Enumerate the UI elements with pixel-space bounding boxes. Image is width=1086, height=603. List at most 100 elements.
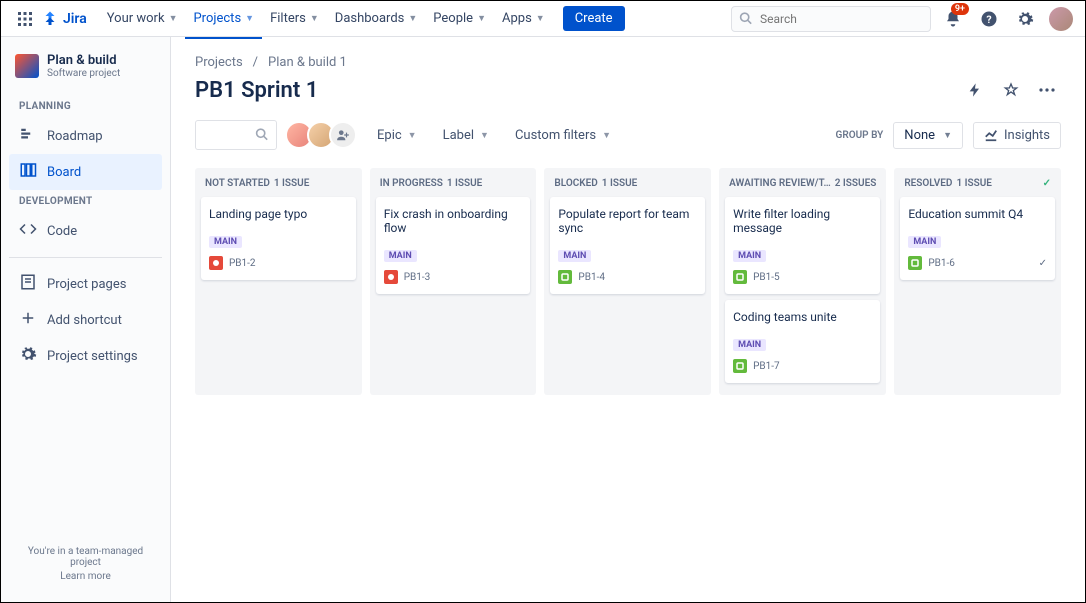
- board-controls: Epic▼ Label▼ Custom filters▼ GROUP BY No…: [195, 120, 1061, 150]
- chevron-down-icon: ▼: [310, 13, 319, 24]
- main-content: Projects / Plan & build 1 PB1 Sprint 1 E…: [171, 37, 1085, 602]
- breadcrumb-item[interactable]: Projects: [195, 55, 243, 70]
- code-icon: [19, 220, 37, 242]
- epic-tag: MAIN: [733, 250, 766, 262]
- chevron-down-icon: ▼: [408, 130, 417, 141]
- issue-key: PB1-4: [578, 272, 605, 283]
- insights-icon: [984, 128, 998, 142]
- column-in-progress: IN PROGRESS 1 ISSUEFix crash in onboardi…: [370, 168, 537, 395]
- nav-item-your-work[interactable]: Your work▼: [99, 7, 186, 30]
- story-icon: [908, 256, 922, 270]
- check-icon: ✓: [1043, 178, 1051, 189]
- column-header: NOT STARTED 1 ISSUE: [201, 174, 356, 197]
- issue-card[interactable]: Education summit Q4MAINPB1-6✓: [900, 197, 1055, 280]
- issue-card[interactable]: Landing page typoMAINPB1-2: [201, 197, 356, 280]
- epic-filter[interactable]: Epic▼: [371, 124, 423, 147]
- chevron-down-icon: ▼: [480, 130, 489, 141]
- issue-key: PB1-3: [404, 272, 431, 283]
- card-title: Landing page typo: [209, 207, 348, 221]
- app-switcher-icon[interactable]: [13, 7, 37, 31]
- chevron-down-icon: ▼: [602, 130, 611, 141]
- column-header: AWAITING REVIEW/T… 2 ISSUES: [725, 174, 880, 197]
- issue-card[interactable]: Write filter loading message MAIN PB1-5: [725, 197, 880, 294]
- chevron-down-icon: ▼: [169, 13, 178, 24]
- nav-item-filters[interactable]: Filters▼: [262, 7, 327, 30]
- issue-card[interactable]: Populate report for team sync MAIN PB1-4: [550, 197, 705, 294]
- bug-icon: [384, 270, 398, 284]
- nav-items-container: Your work▼Projects▼Filters▼Dashboards▼Pe…: [99, 7, 553, 30]
- epic-tag: MAIN: [558, 250, 591, 262]
- nav-item-projects[interactable]: Projects▼: [185, 7, 262, 30]
- label-filter[interactable]: Label▼: [437, 124, 495, 147]
- story-icon: [733, 359, 747, 373]
- help-icon[interactable]: ?: [975, 5, 1003, 33]
- search-icon: [739, 9, 752, 28]
- chevron-down-icon: ▼: [245, 13, 254, 24]
- epic-tag: MAIN: [384, 250, 417, 262]
- project-name: Plan & build: [47, 53, 120, 68]
- assignee-filter[interactable]: [291, 121, 357, 149]
- project-icon: [15, 54, 39, 78]
- sidebar-footer: You're in a team-managed project Learn m…: [9, 538, 162, 590]
- board-icon: [19, 161, 37, 183]
- sidebar-item-code[interactable]: Code: [9, 213, 162, 249]
- create-button[interactable]: Create: [563, 6, 625, 31]
- nav-item-people[interactable]: People▼: [425, 7, 494, 30]
- card-title: Populate report for team sync: [558, 207, 697, 235]
- breadcrumb-item[interactable]: Plan & build 1: [268, 55, 347, 70]
- nav-item-apps[interactable]: Apps▼: [494, 7, 553, 30]
- chevron-down-icon: ▼: [536, 13, 545, 24]
- issue-key: PB1-5: [753, 272, 780, 283]
- project-type: Software project: [47, 68, 120, 79]
- planning-section-label: PLANNING: [9, 95, 162, 118]
- star-icon[interactable]: [997, 76, 1025, 104]
- sidebar-item-board[interactable]: Board: [9, 154, 162, 190]
- card-title: Coding teams unite: [733, 310, 872, 324]
- top-navigation: Jira Your work▼Projects▼Filters▼Dashboar…: [1, 1, 1085, 37]
- card-title: Write filter loading message: [733, 207, 872, 235]
- add-people-icon[interactable]: [329, 121, 357, 149]
- card-title: Fix crash in onboarding flow: [384, 207, 523, 235]
- epic-tag: MAIN: [908, 236, 941, 248]
- custom-filters[interactable]: Custom filters▼: [509, 124, 617, 147]
- page-title: PB1 Sprint 1: [195, 78, 318, 103]
- search-icon: [255, 126, 268, 145]
- more-menu-icon[interactable]: [1033, 76, 1061, 104]
- nav-item-dashboards[interactable]: Dashboards▼: [327, 7, 426, 30]
- board: NOT STARTED 1 ISSUE Landing page typo MAIN…: [195, 168, 1061, 395]
- roadmap-icon: [19, 125, 37, 147]
- sidebar: Plan & build Software project PLANNING R…: [1, 37, 171, 602]
- user-avatar[interactable]: [1049, 7, 1073, 31]
- column-resolved: RESOLVED 1 ISSUE✓Education summit Q4MAIN…: [894, 168, 1061, 395]
- development-section-label: DEVELOPMENT: [9, 190, 162, 213]
- issue-card[interactable]: Fix crash in onboarding flow MAIN PB1-3: [376, 197, 531, 294]
- project-header[interactable]: Plan & build Software project: [9, 49, 162, 83]
- groupby-select[interactable]: None▼: [893, 122, 963, 149]
- settings-icon[interactable]: [1011, 5, 1039, 33]
- chevron-down-icon: ▼: [943, 130, 952, 141]
- column-not-started: NOT STARTED 1 ISSUE Landing page typo MAIN…: [195, 168, 362, 395]
- chevron-down-icon: ▼: [408, 13, 417, 24]
- notification-badge: 9+: [951, 3, 969, 15]
- search-box[interactable]: [731, 6, 931, 32]
- chevron-down-icon: ▼: [477, 13, 486, 24]
- notifications-icon[interactable]: 9+: [939, 5, 967, 33]
- sidebar-item-add-shortcut[interactable]: Add shortcut: [9, 302, 162, 338]
- story-icon: [558, 270, 572, 284]
- sidebar-item-project-settings[interactable]: Project settings: [9, 338, 162, 374]
- issue-card[interactable]: Coding teams uniteMAINPB1-7: [725, 300, 880, 383]
- automation-icon[interactable]: [961, 76, 989, 104]
- column-blocked: BLOCKED 1 ISSUEPopulate report for team …: [544, 168, 711, 395]
- epic-tag: MAIN: [209, 236, 242, 248]
- story-icon: [733, 270, 747, 284]
- sidebar-item-roadmap[interactable]: Roadmap: [9, 118, 162, 154]
- search-input[interactable]: [731, 6, 931, 32]
- issue-key: PB1-6: [928, 258, 955, 269]
- jira-logo[interactable]: Jira: [41, 10, 87, 28]
- column-header: BLOCKED 1 ISSUE: [550, 174, 705, 197]
- learn-more-link[interactable]: Learn more: [17, 571, 154, 582]
- board-search[interactable]: [195, 120, 277, 150]
- column-header: RESOLVED 1 ISSUE✓: [900, 174, 1055, 197]
- insights-button[interactable]: Insights: [973, 122, 1061, 149]
- sidebar-item-project-pages[interactable]: Project pages: [9, 266, 162, 302]
